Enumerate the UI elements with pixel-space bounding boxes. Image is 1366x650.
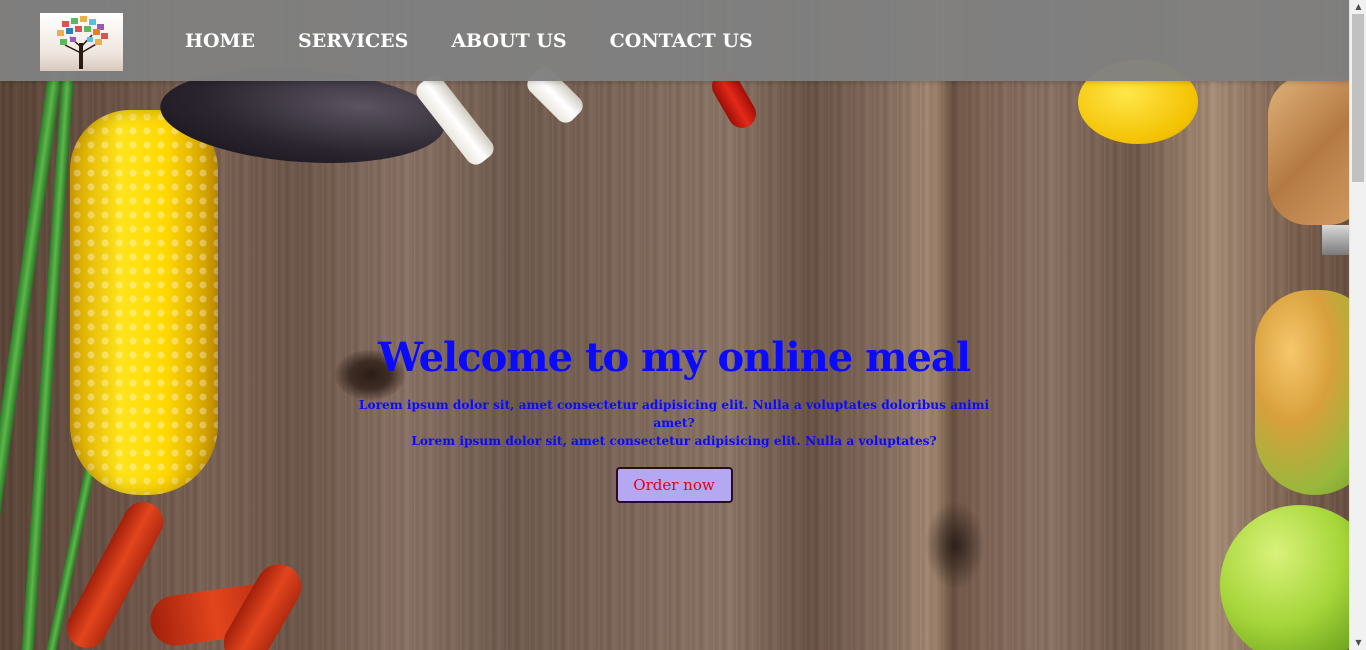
hero-title: Welcome to my online meal bbox=[377, 334, 971, 381]
nut-image bbox=[1268, 75, 1349, 225]
hero-section: Welcome to my online meal Lorem ipsum do… bbox=[0, 0, 1349, 650]
vertical-scrollbar[interactable]: ▲ ▼ bbox=[1349, 0, 1366, 650]
nav-contact-us-link[interactable]: CONTACT US bbox=[610, 30, 753, 52]
hero-content: Welcome to my online meal Lorem ipsum do… bbox=[349, 330, 999, 503]
hero-description-line-1: Lorem ipsum dolor sit, amet consectetur … bbox=[358, 398, 990, 430]
navbar: HOME SERVICES ABOUT US CONTACT US bbox=[0, 0, 1349, 81]
yellow-pepper-image bbox=[1255, 290, 1349, 495]
green-pepper-image bbox=[1220, 505, 1349, 650]
scroll-down-arrow-icon[interactable]: ▼ bbox=[1350, 636, 1366, 650]
wood-knot bbox=[925, 500, 985, 590]
grinder-image bbox=[1322, 225, 1349, 255]
corn-image bbox=[70, 110, 218, 495]
nav-links: HOME SERVICES ABOUT US CONTACT US bbox=[185, 0, 796, 81]
nav-services-link[interactable]: SERVICES bbox=[298, 30, 408, 52]
scrollbar-thumb[interactable] bbox=[1352, 14, 1364, 182]
order-now-button[interactable]: Order now bbox=[615, 467, 733, 503]
scroll-up-arrow-icon[interactable]: ▲ bbox=[1350, 0, 1366, 14]
logo[interactable] bbox=[40, 13, 123, 71]
hero-description: Lorem ipsum dolor sit, amet consectetur … bbox=[349, 396, 999, 450]
nav-about-us-link[interactable]: ABOUT US bbox=[451, 30, 566, 52]
hero-description-line-2: Lorem ipsum dolor sit, amet consectetur … bbox=[411, 434, 937, 448]
nav-home-link[interactable]: HOME bbox=[185, 30, 255, 52]
tree-logo-icon bbox=[57, 16, 108, 69]
